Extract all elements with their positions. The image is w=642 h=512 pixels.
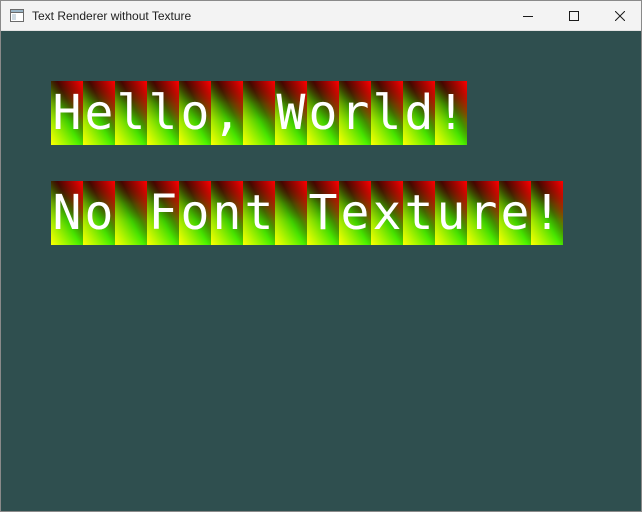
glyph-cell: , <box>211 81 243 145</box>
glyph-char: ! <box>532 185 562 241</box>
glyph-cell: F <box>147 181 179 245</box>
glyph-char: d <box>404 85 434 141</box>
title-bar[interactable]: Text Renderer without Texture <box>1 1 641 31</box>
glyph-cell: r <box>467 181 499 245</box>
glyph-cell: H <box>51 81 83 145</box>
glyph-char: l <box>372 85 402 141</box>
glyph-cell: e <box>83 81 115 145</box>
maximize-icon <box>569 11 579 21</box>
glyph-char: W <box>276 85 306 141</box>
close-icon <box>615 11 625 21</box>
close-button[interactable] <box>597 1 641 31</box>
glyph-cell: n <box>211 181 243 245</box>
window-app-icon <box>10 9 24 22</box>
app-window: Text Renderer without Texture Hello, Wor… <box>0 0 642 512</box>
glyph-char: N <box>52 185 82 241</box>
glyph-char <box>275 181 307 245</box>
glyph-cell: x <box>371 181 403 245</box>
minimize-icon <box>523 16 533 17</box>
glyph-cell: o <box>179 181 211 245</box>
glyph-cell: e <box>499 181 531 245</box>
glyph-cell: o <box>179 81 211 145</box>
glyph-cell: o <box>307 81 339 145</box>
glyph-cell: ! <box>531 181 563 245</box>
glyph-char: o <box>308 85 338 141</box>
glyph-cell: e <box>339 181 371 245</box>
text-line-no-font-texture: No Font Te x t u r e! <box>51 181 563 245</box>
glyph-char: , <box>212 85 242 141</box>
glyph-char: r <box>340 85 370 141</box>
maximize-button[interactable] <box>551 1 597 31</box>
glyph-char <box>243 81 275 145</box>
glyph-cell: d <box>403 81 435 145</box>
glyph-char: x <box>372 185 402 241</box>
minimize-button[interactable] <box>505 1 551 31</box>
glyph-cell: T <box>307 181 339 245</box>
glyph-cell: ! <box>435 81 467 145</box>
glyph-char: l <box>148 85 178 141</box>
glyph-cell <box>275 181 307 245</box>
glyph-char: o <box>180 85 210 141</box>
text-line-hello-world: Hello, Wo r l d! <box>51 81 467 145</box>
glyph-char: t <box>404 185 434 241</box>
glyph-cell: l <box>115 81 147 145</box>
glyph-char: e <box>84 85 114 141</box>
glyph-char: t <box>244 185 274 241</box>
glyph-char: n <box>212 185 242 241</box>
glyph-char: o <box>180 185 210 241</box>
glyph-cell: u <box>435 181 467 245</box>
glyph-char: H <box>52 85 82 141</box>
glyph-cell: t <box>403 181 435 245</box>
glyph-char: l <box>116 85 146 141</box>
glyph-cell: W <box>275 81 307 145</box>
glyph-char: e <box>340 185 370 241</box>
glyph-char: u <box>436 185 466 241</box>
glyph-char: e <box>500 185 530 241</box>
glyph-cell: t <box>243 181 275 245</box>
render-canvas[interactable]: Hello, Wo r l d! No Font Te x t u r e! <box>1 31 641 511</box>
glyph-cell: N <box>51 181 83 245</box>
glyph-char: T <box>308 185 338 241</box>
glyph-cell: l <box>371 81 403 145</box>
window-title: Text Renderer without Texture <box>32 9 192 23</box>
glyph-char <box>115 181 147 245</box>
glyph-cell <box>243 81 275 145</box>
glyph-char: r <box>468 185 498 241</box>
glyph-char: ! <box>436 85 466 141</box>
glyph-cell: r <box>339 81 371 145</box>
glyph-cell: o <box>83 181 115 245</box>
glyph-char: F <box>148 185 178 241</box>
glyph-char: o <box>84 185 114 241</box>
glyph-cell <box>115 181 147 245</box>
glyph-cell: l <box>147 81 179 145</box>
